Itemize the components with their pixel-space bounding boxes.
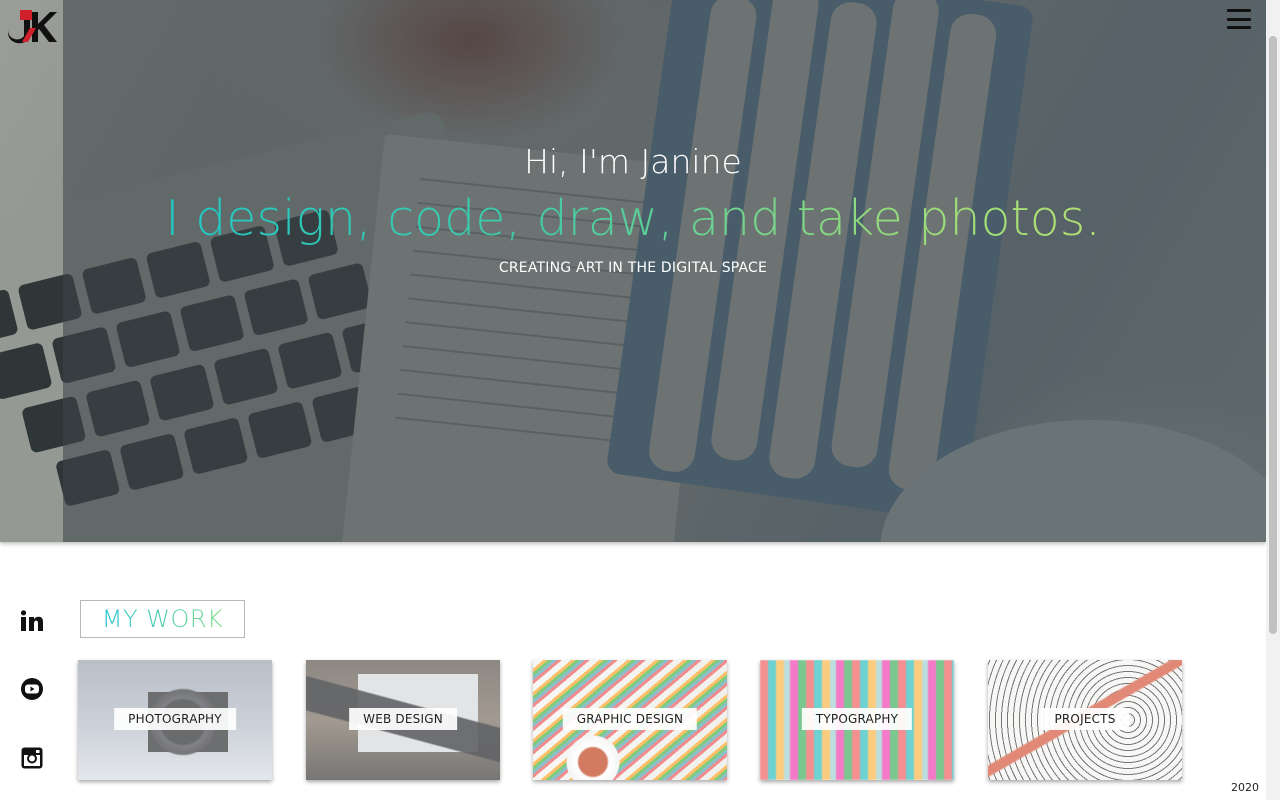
- hero-tagline: I design, code, draw, and take photos.: [63, 190, 1203, 247]
- scrollbar-thumb[interactable]: [1269, 36, 1277, 634]
- work-card-typography[interactable]: TYPOGRAPHY: [760, 660, 954, 780]
- my-work-heading: MY WORK: [80, 600, 245, 638]
- work-card-projects[interactable]: PROJECTS: [988, 660, 1182, 780]
- work-card-web-design[interactable]: WEB DESIGN: [306, 660, 500, 780]
- instagram-link[interactable]: [20, 746, 44, 770]
- hero-text-block: Hi, I'm Janine I design, code, draw, and…: [63, 0, 1203, 542]
- work-card-label: WEB DESIGN: [349, 708, 457, 730]
- hero-subline: CREATING ART IN THE DIGITAL SPACE: [498, 260, 768, 276]
- work-card-label: TYPOGRAPHY: [801, 708, 913, 730]
- portfolio-page: Hi, I'm Janine I design, code, draw, and…: [0, 0, 1280, 800]
- hero-greeting: Hi, I'm Janine: [524, 142, 742, 181]
- work-card-label: PHOTOGRAPHY: [114, 708, 236, 730]
- linkedin-icon: [20, 610, 43, 631]
- work-card-graphic-design[interactable]: GRAPHIC DESIGN: [533, 660, 727, 780]
- my-work-heading-text: MY WORK: [101, 605, 224, 633]
- logo-icon: [8, 10, 57, 44]
- hamburger-menu-icon: [1227, 9, 1251, 12]
- hero-banner: Hi, I'm Janine I design, code, draw, and…: [0, 0, 1266, 542]
- jk-logo[interactable]: [6, 8, 58, 44]
- youtube-icon: [21, 678, 43, 700]
- instagram-icon: [21, 747, 43, 769]
- youtube-link[interactable]: [20, 677, 44, 701]
- copyright-year: 2020: [1231, 781, 1259, 794]
- work-card-label: PROJECTS: [1040, 708, 1130, 730]
- work-card-label: GRAPHIC DESIGN: [562, 708, 698, 730]
- linkedin-link[interactable]: [20, 609, 44, 633]
- work-card-photography[interactable]: PHOTOGRAPHY: [78, 660, 272, 780]
- hamburger-menu-button[interactable]: [1227, 7, 1251, 31]
- page-scrollbar[interactable]: [1266, 0, 1280, 800]
